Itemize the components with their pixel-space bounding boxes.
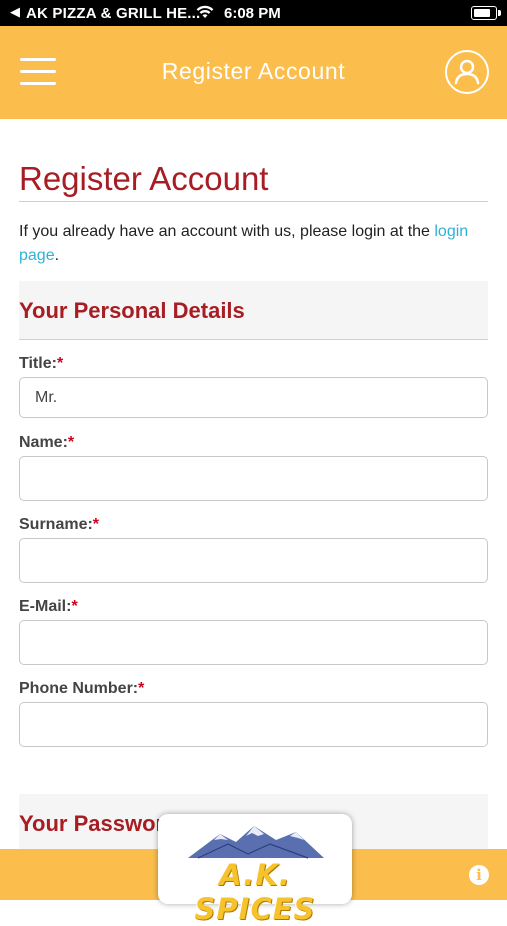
user-profile-icon[interactable]: [445, 50, 489, 94]
status-bar: ◀ AK PIZZA & GRILL HE... 6:08 PM: [0, 0, 507, 26]
surname-label: Surname:*: [19, 516, 100, 533]
intro-suffix: .: [54, 247, 60, 264]
surname-input[interactable]: [19, 538, 488, 583]
title-label: Title:*: [19, 355, 64, 372]
battery-level: [474, 9, 490, 17]
title-divider: [19, 201, 488, 202]
section-divider: [19, 339, 488, 340]
intro-paragraph: If you already have an account with us, …: [19, 220, 477, 268]
personal-details-section: Your Personal Details: [19, 281, 488, 340]
wifi-icon: [196, 5, 214, 18]
brand-logo-text: A.K. SPICES: [194, 858, 316, 926]
clock: 6:08 PM: [224, 5, 281, 22]
main-content: Register Account If you already have an …: [0, 119, 507, 849]
email-input[interactable]: [19, 620, 488, 665]
info-icon[interactable]: i: [469, 865, 489, 885]
back-arrow-icon[interactable]: ◀: [10, 4, 20, 20]
phone-number-label: Phone Number:*: [19, 680, 145, 697]
header-title: Register Account: [161, 58, 346, 84]
carrier-label[interactable]: AK PIZZA & GRILL HE...: [26, 5, 200, 22]
name-input[interactable]: [19, 456, 488, 501]
app-header: Register Account: [0, 26, 507, 119]
battery-icon: [471, 6, 501, 20]
email-label: E-Mail:*: [19, 598, 78, 615]
phone-number-input[interactable]: [19, 702, 488, 747]
intro-text: If you already have an account with us, …: [19, 223, 435, 240]
title-select[interactable]: Mr.: [19, 377, 488, 418]
personal-details-heading: Your Personal Details: [19, 298, 245, 323]
user-avatar-glyph: [454, 59, 480, 85]
name-label: Name:*: [19, 434, 75, 451]
password-heading: Your Password: [19, 811, 178, 836]
page-title: Register Account: [19, 160, 269, 197]
brand-logo[interactable]: A.K. SPICES: [158, 814, 352, 926]
